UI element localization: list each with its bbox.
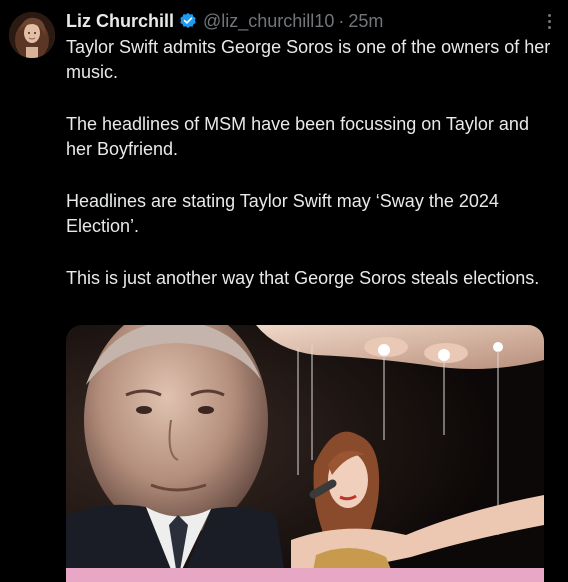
avatar-image: [9, 12, 55, 58]
media-illustration: [66, 325, 544, 582]
tweet-paragraph: Taylor Swift admits George Soros is one …: [66, 37, 551, 82]
verified-badge-icon: [180, 12, 196, 29]
tweet-paragraph: The headlines of MSM have been focussing…: [66, 114, 529, 159]
author-name[interactable]: Liz Churchill: [66, 11, 174, 32]
tweet-header: Liz Churchill @liz_churchill10 · 25m: [66, 9, 383, 33]
tweet-paragraph: Headlines are stating Taylor Swift may ‘…: [66, 191, 499, 236]
separator-dot: ·: [338, 10, 345, 31]
tweet-text: Taylor Swift admits George Soros is one …: [66, 35, 551, 318]
more-options-icon[interactable]: [546, 14, 552, 32]
tweet[interactable]: Liz Churchill @liz_churchill10 · 25m Tay…: [0, 0, 568, 582]
tweet-paragraph: This is just another way that George Sor…: [66, 268, 540, 288]
timestamp[interactable]: 25m: [348, 11, 383, 32]
tweet-media-image[interactable]: [66, 325, 544, 582]
author-handle[interactable]: @liz_churchill10: [203, 11, 334, 32]
avatar[interactable]: [9, 12, 55, 58]
